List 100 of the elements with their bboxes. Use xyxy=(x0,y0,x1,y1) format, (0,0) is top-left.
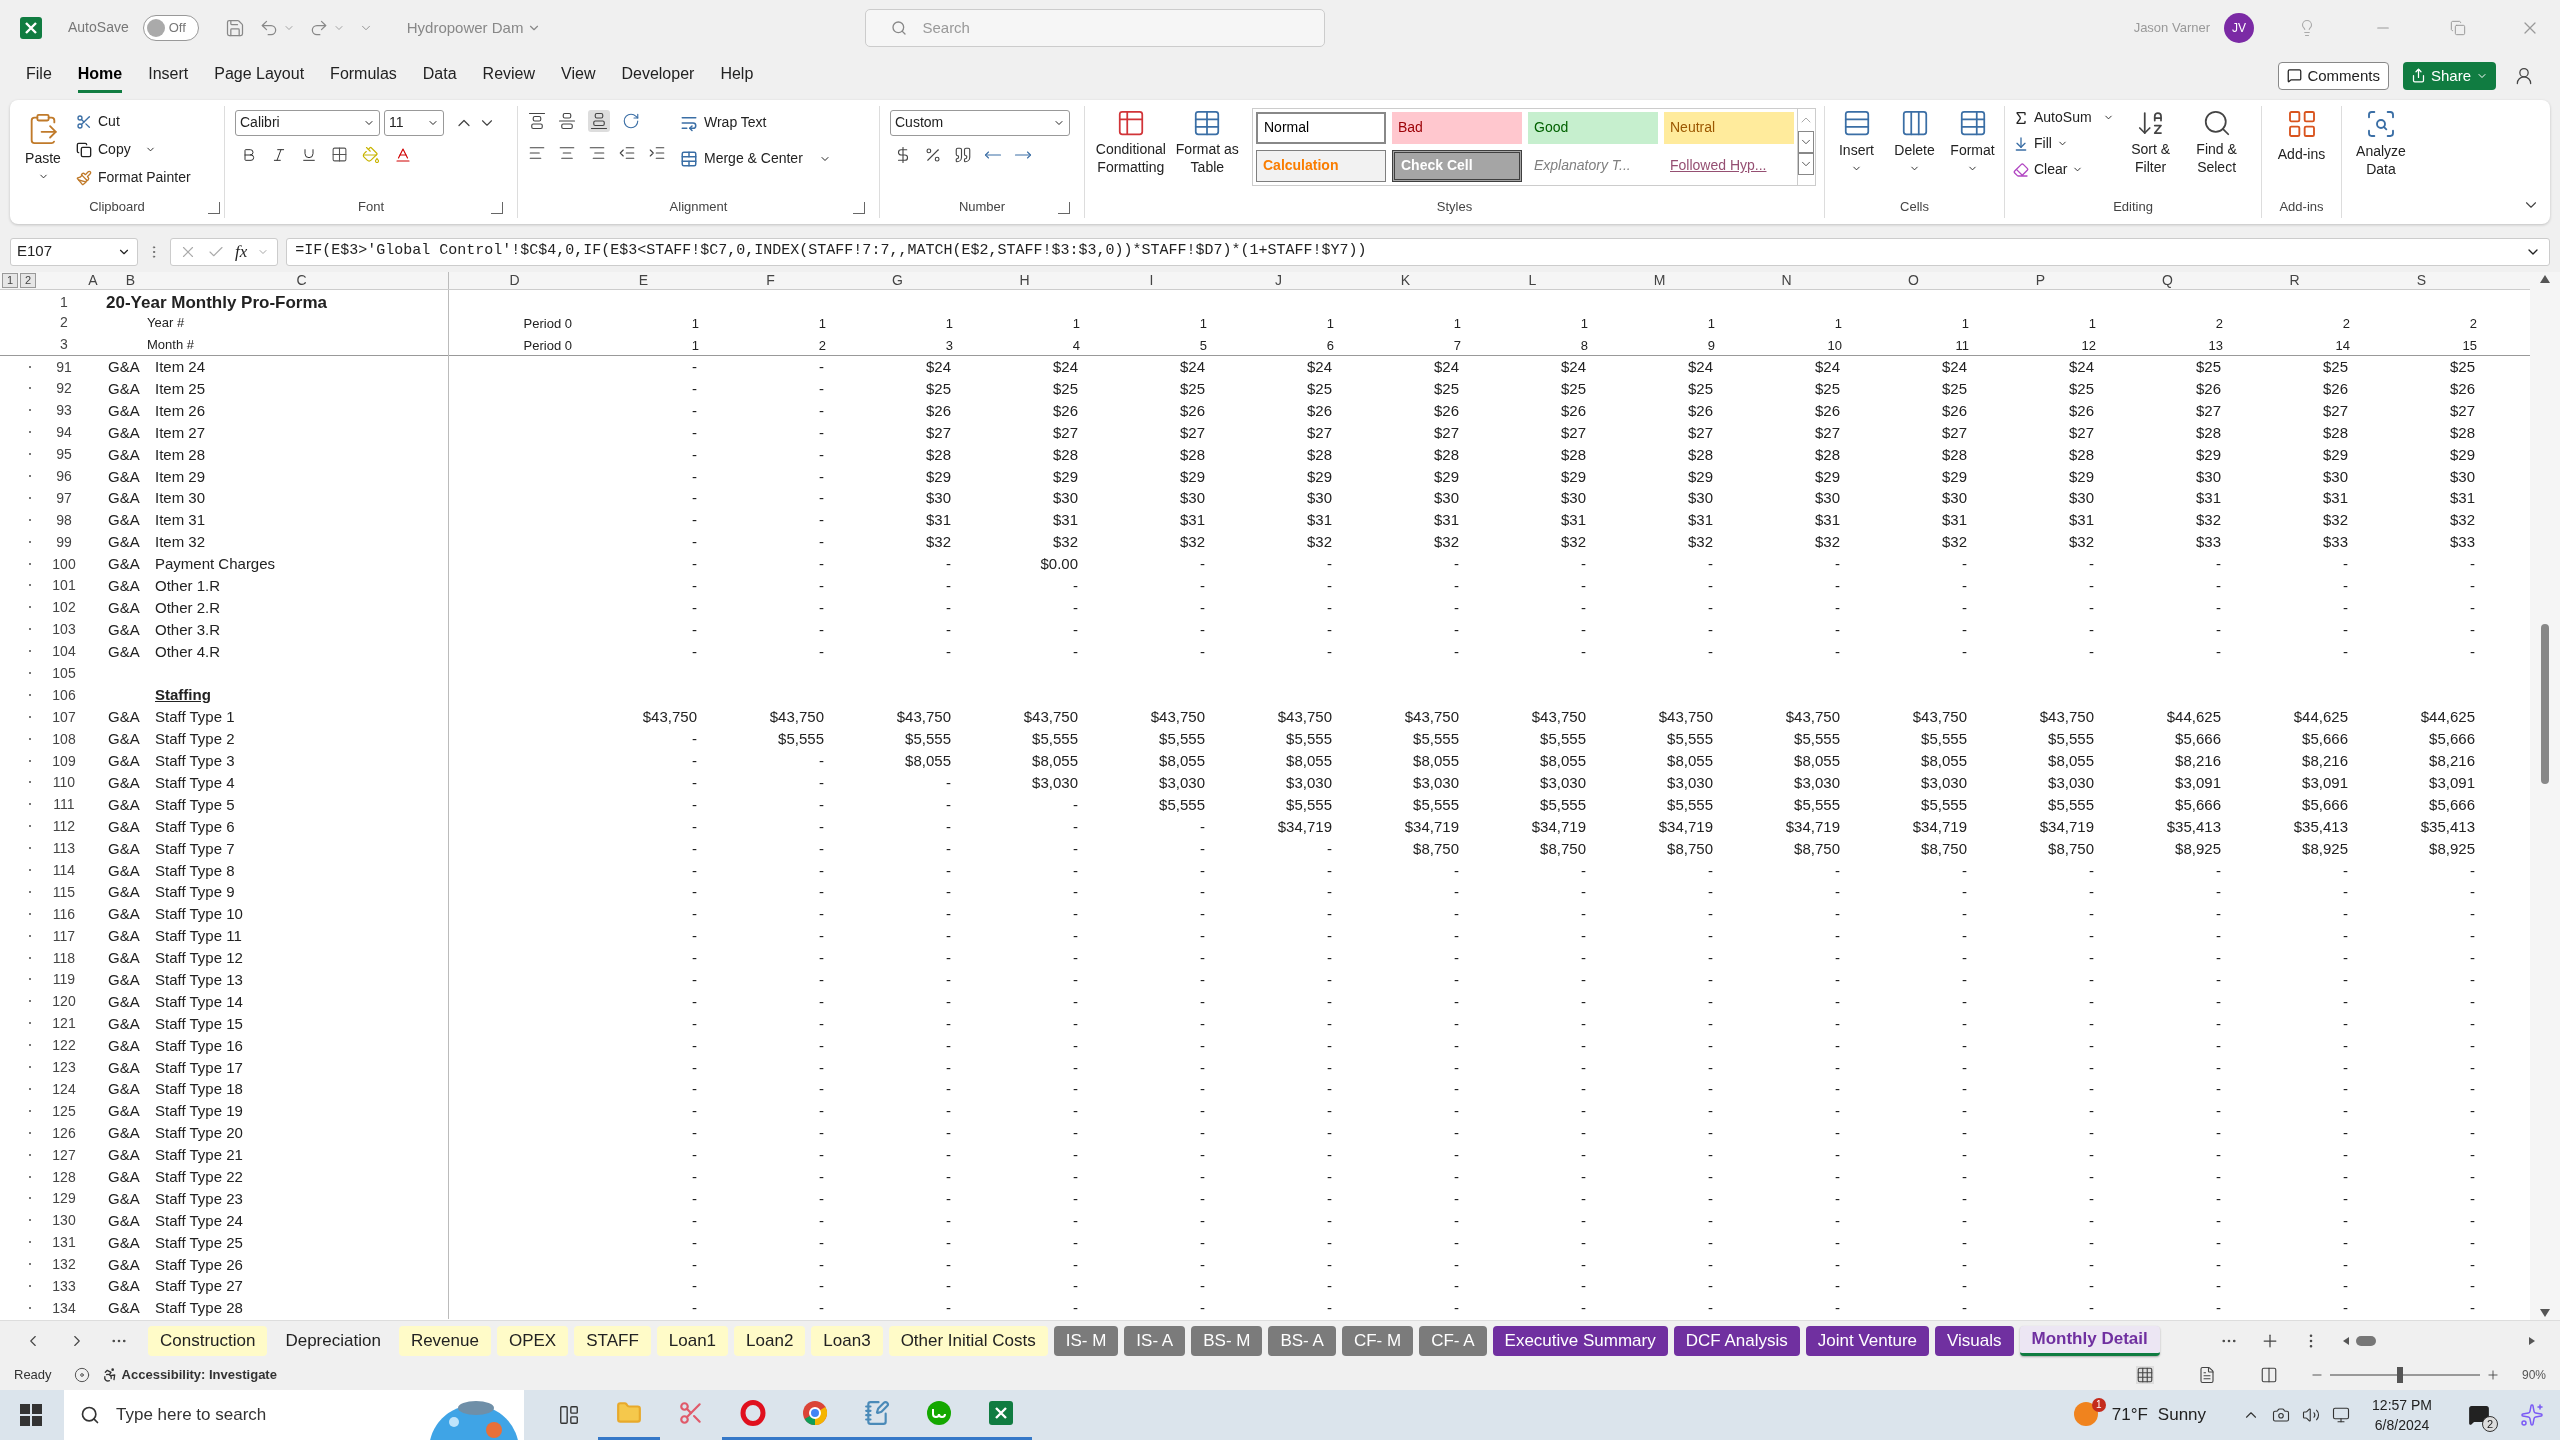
dialog-launcher[interactable] xyxy=(1058,201,1070,214)
row-header[interactable]: 126 xyxy=(48,1125,80,1140)
copilot-icon[interactable] xyxy=(2520,1403,2544,1427)
page-break-view-icon[interactable] xyxy=(2259,1366,2278,1384)
scrollbar-thumb[interactable] xyxy=(2541,623,2549,784)
camera-icon[interactable] xyxy=(2272,1406,2291,1424)
format-painter-button[interactable]: Format Painter xyxy=(76,165,191,190)
menu-tab[interactable]: Developer xyxy=(621,58,695,93)
start-icon[interactable] xyxy=(20,1404,42,1426)
macro-recording-icon[interactable] xyxy=(73,1367,90,1383)
copy-button[interactable]: Copy xyxy=(76,137,191,162)
sheet-tab[interactable]: Loan2 xyxy=(734,1325,806,1356)
autosum-button[interactable]: AutoSum xyxy=(2013,105,2114,130)
align-bottom-icon[interactable] xyxy=(588,109,610,132)
column-header[interactable]: H xyxy=(961,271,1088,289)
task-view-icon[interactable] xyxy=(558,1404,580,1426)
format-as-table-button[interactable]: Format as Table xyxy=(1174,105,1240,196)
sheet-tab[interactable]: Construction xyxy=(148,1325,268,1356)
row-header[interactable]: 102 xyxy=(48,600,80,615)
zoom-level[interactable]: 90% xyxy=(2521,1366,2546,1384)
paste-button[interactable]: Paste xyxy=(18,105,68,196)
row-header[interactable]: 104 xyxy=(48,644,80,659)
row-header[interactable]: 3 xyxy=(48,334,80,356)
font-size-dropdown[interactable]: 11 xyxy=(384,109,444,136)
row-header[interactable]: 109 xyxy=(48,753,80,768)
sheet-tab[interactable]: CF- M xyxy=(1341,1325,1414,1356)
sheet-tab[interactable]: DCF Analysis xyxy=(1673,1325,1800,1356)
percent-icon[interactable] xyxy=(924,145,942,164)
column-header[interactable]: L xyxy=(1469,271,1596,289)
weather-icon[interactable] xyxy=(2073,1402,2098,1426)
column-header[interactable]: B xyxy=(106,271,155,289)
menu-tab[interactable]: Help xyxy=(720,58,754,93)
cell-style[interactable]: Good xyxy=(1528,111,1658,144)
sort-filter-button[interactable]: Sort & Filter xyxy=(2121,105,2180,196)
conditional-formatting-button[interactable]: Conditional Formatting xyxy=(1093,105,1169,196)
row-header[interactable]: 95 xyxy=(48,447,80,462)
format-button[interactable]: Format xyxy=(1946,105,1999,196)
row-header[interactable]: 131 xyxy=(48,1235,80,1250)
row-header[interactable]: 130 xyxy=(48,1213,80,1228)
row-header[interactable]: 107 xyxy=(48,709,80,724)
taskbar-search-field[interactable]: Type here to search xyxy=(64,1390,424,1440)
row-header[interactable]: 99 xyxy=(48,534,80,549)
zoom-slider-thumb[interactable] xyxy=(2397,1367,2404,1383)
analyze-data-button[interactable]: Analyze Data xyxy=(2342,105,2420,178)
row-header[interactable]: 96 xyxy=(48,469,80,483)
borders-icon[interactable] xyxy=(331,146,348,164)
sheet-tab[interactable]: OPEX xyxy=(496,1325,569,1356)
sheet-tab[interactable]: Joint Venture xyxy=(1805,1325,1930,1356)
merge-center-button[interactable]: Merge & Center xyxy=(680,145,831,172)
formula-field[interactable]: =IF(E$3>'Global Control'!$C$4,0,IF(E$3<STAFF!$C7,0,INDEX(STAFF!7:7,,MATCH(E$2,STAFF!$3:$3,0))*STAFF!$D7)*(1+STAFF!$Y7)) xyxy=(286,237,2550,266)
accessibility-button[interactable]: Accessibility: Investigate xyxy=(101,1365,277,1385)
menu-tab[interactable]: Page Layout xyxy=(214,58,305,93)
comma-style-icon[interactable] xyxy=(954,145,972,164)
sheet-tab[interactable]: IS- A xyxy=(1124,1325,1186,1356)
cut-button[interactable]: Cut xyxy=(76,109,191,134)
column-header[interactable]: O xyxy=(1850,271,1977,289)
dialog-launcher[interactable] xyxy=(491,201,503,214)
normal-view-icon[interactable] xyxy=(2135,1366,2154,1384)
search-field[interactable]: Search xyxy=(865,8,1326,47)
menu-tab[interactable]: Review xyxy=(482,58,536,93)
column-header[interactable]: Q xyxy=(2104,271,2231,289)
dialog-launcher[interactable] xyxy=(853,201,865,214)
row-header[interactable]: 97 xyxy=(48,490,80,505)
user-avatar[interactable]: JV xyxy=(2224,12,2254,43)
sheet-tab[interactable]: Revenue xyxy=(398,1325,491,1356)
sheet-tab[interactable]: IS- M xyxy=(1053,1325,1119,1356)
wrap-text-button[interactable]: Wrap Text xyxy=(680,109,831,136)
row-header[interactable]: 93 xyxy=(48,403,80,418)
column-header[interactable]: E xyxy=(580,271,707,289)
gallery-more-icon[interactable] xyxy=(1798,152,1814,175)
sheet-tab[interactable]: Loan1 xyxy=(656,1325,729,1356)
network-icon[interactable] xyxy=(2332,1406,2351,1424)
menu-tab[interactable]: Formulas xyxy=(330,58,397,93)
column-header[interactable]: C xyxy=(155,271,449,289)
row-header[interactable]: 134 xyxy=(48,1300,80,1315)
row-header[interactable]: 117 xyxy=(48,928,80,943)
scroll-left-icon[interactable] xyxy=(2342,1335,2350,1346)
row-header[interactable]: 110 xyxy=(48,775,80,790)
row-header[interactable]: 120 xyxy=(48,994,80,1009)
column-header[interactable]: N xyxy=(1723,271,1850,289)
scroll-right-icon[interactable] xyxy=(2528,1335,2536,1346)
row-header[interactable]: 2 xyxy=(48,312,80,334)
column-header[interactable]: F xyxy=(707,271,834,289)
column-header[interactable]: G xyxy=(834,271,961,289)
column-header[interactable]: A xyxy=(80,271,106,289)
horizontal-scrollbar-thumb[interactable] xyxy=(2356,1335,2376,1346)
add-ins-button[interactable]: Add-ins xyxy=(2277,105,2326,196)
row-header[interactable]: 123 xyxy=(48,1060,80,1075)
row-header[interactable]: 119 xyxy=(48,972,80,987)
page-layout-view-icon[interactable] xyxy=(2197,1366,2216,1384)
save-icon[interactable] xyxy=(224,17,245,38)
row-header[interactable]: 108 xyxy=(48,731,80,746)
name-box[interactable]: E107 xyxy=(10,237,138,266)
row-header[interactable]: 101 xyxy=(48,578,80,593)
row-header[interactable]: 127 xyxy=(48,1147,80,1162)
cell-style[interactable]: Neutral xyxy=(1664,111,1794,144)
align-top-icon[interactable] xyxy=(528,111,546,130)
row-header[interactable]: 106 xyxy=(48,687,80,702)
cell-style[interactable]: Normal xyxy=(1256,111,1386,144)
column-header[interactable]: K xyxy=(1342,271,1469,289)
